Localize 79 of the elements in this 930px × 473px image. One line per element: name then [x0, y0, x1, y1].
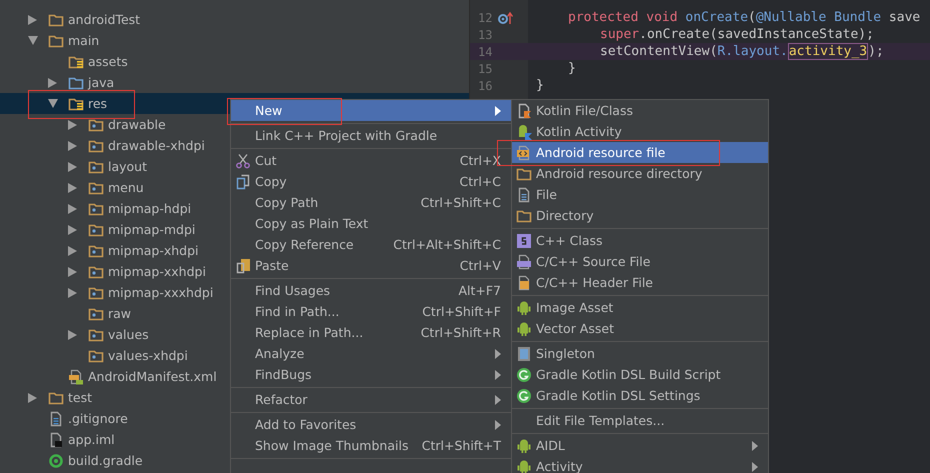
menu-option[interactable]: Refactor — [231, 389, 511, 410]
tree-item[interactable]: test — [68, 390, 92, 405]
expand-arrow-icon[interactable] — [28, 14, 37, 24]
expand-arrow-icon[interactable] — [68, 140, 77, 150]
expand-arrow-icon[interactable] — [28, 392, 37, 402]
menu-option[interactable]: Image Asset — [512, 297, 768, 318]
menu-option[interactable]: Copy Path Ctrl+Shift+C — [231, 192, 511, 213]
menu-option[interactable]: Find in Path... Ctrl+Shift+F — [231, 301, 511, 322]
line-number: 14 — [478, 44, 494, 58]
expand-arrow-icon[interactable] — [68, 246, 77, 256]
expand-arrow-icon[interactable] — [68, 182, 77, 192]
menu-option[interactable]: C/C++ Header File — [512, 272, 768, 293]
expand-arrow-icon[interactable] — [68, 288, 77, 298]
menu-option[interactable]: Show Image Thumbnails Ctrl+Shift+T — [231, 435, 511, 456]
tree-item[interactable]: drawable — [108, 117, 166, 132]
line-number: 13 — [478, 28, 494, 42]
expand-arrow-icon[interactable] — [68, 330, 77, 340]
tree-item[interactable]: mipmap-xxhdpi — [108, 264, 206, 279]
tree-item[interactable]: drawable-xhdpi — [108, 138, 205, 153]
menu-option[interactable]: New — [231, 100, 511, 121]
menu-option[interactable]: Directory — [512, 205, 768, 226]
expand-arrow-icon[interactable] — [68, 224, 77, 234]
tree-item[interactable]: .gitignore — [68, 411, 128, 426]
collapse-arrow-icon[interactable] — [28, 36, 38, 45]
code-line: super.onCreate(savedInstanceState); — [600, 27, 874, 42]
menu-option[interactable]: C/C++ Source File — [512, 251, 768, 272]
line-number: 16 — [478, 78, 494, 92]
expand-arrow-icon[interactable] — [68, 120, 77, 130]
tree-item[interactable]: mipmap-xhdpi — [108, 243, 199, 258]
code-line: setContentView(R.layout.activity_3); — [600, 44, 884, 59]
tree-item[interactable]: raw — [108, 306, 132, 321]
menu-option[interactable]: File — [512, 184, 768, 205]
menu-option[interactable]: AIDL — [512, 435, 768, 456]
override-marker-icon[interactable] — [498, 10, 514, 24]
expand-arrow-icon[interactable] — [68, 162, 77, 172]
menu-option[interactable]: Copy Ctrl+C — [231, 171, 511, 192]
menu-option[interactable]: Edit File Templates... — [512, 410, 768, 431]
menu-option[interactable]: Kotlin File/Class — [512, 100, 768, 121]
tree-item[interactable]: main — [68, 33, 100, 48]
menu-option[interactable]: Replace in Path... Ctrl+Shift+R — [231, 322, 511, 343]
menu-option[interactable]: Gradle Kotlin DSL Build Script — [512, 364, 768, 385]
menu-option[interactable]: Gradle Kotlin DSL Settings — [512, 385, 768, 406]
menu-option[interactable]: Copy Reference Ctrl+Alt+Shift+C — [231, 234, 511, 255]
menu-option[interactable]: C++ Class — [512, 230, 768, 251]
tree-item[interactable]: mipmap-xxxhdpi — [108, 285, 214, 300]
tree-item[interactable]: app.iml — [68, 432, 115, 447]
menu-option[interactable]: Singleton — [512, 343, 768, 364]
menu-option[interactable]: Add to Favorites — [231, 414, 511, 435]
tree-item[interactable]: menu — [108, 180, 144, 195]
tree-item[interactable]: values-xhdpi — [108, 348, 188, 363]
menu-option[interactable]: Android resource directory — [512, 163, 768, 184]
menu-option[interactable]: Paste Ctrl+V — [231, 255, 511, 276]
menu-option[interactable]: Android resource file — [512, 142, 768, 163]
code-line: protected void onCreate(@Nullable Bundle save — [568, 10, 920, 25]
code-line: } — [536, 78, 544, 93]
tree-item[interactable]: res — [88, 96, 108, 111]
menu-option[interactable]: Kotlin Activity — [512, 121, 768, 142]
code-line: } — [568, 61, 576, 76]
menu-option[interactable]: Copy as Plain Text — [231, 213, 511, 234]
menu-option[interactable]: FindBugs — [231, 364, 511, 385]
menu-option[interactable]: Find Usages Alt+F7 — [231, 280, 511, 301]
tree-item[interactable]: mipmap-hdpi — [108, 201, 192, 216]
line-number: 12 — [478, 10, 494, 24]
tree-item[interactable]: layout — [108, 159, 148, 174]
expand-arrow-icon[interactable] — [48, 78, 57, 88]
collapse-arrow-icon[interactable] — [48, 99, 58, 108]
tree-item[interactable]: values — [108, 327, 149, 342]
expand-arrow-icon[interactable] — [68, 266, 77, 276]
tree-item[interactable]: mipmap-mdpi — [108, 222, 196, 237]
tree-item[interactable]: androidTest — [68, 12, 140, 27]
tree-item[interactable]: java — [88, 75, 114, 90]
menu-option[interactable]: Vector Asset — [512, 318, 768, 339]
tree-item[interactable]: AndroidManifest.xml — [88, 369, 217, 384]
menu-option[interactable]: Analyze — [231, 343, 511, 364]
tree-item[interactable]: build.gradle — [68, 453, 143, 468]
menu-option[interactable]: Link C++ Project with Gradle — [231, 125, 511, 146]
tree-item[interactable]: assets — [88, 54, 128, 69]
expand-arrow-icon[interactable] — [68, 204, 77, 214]
line-number: 15 — [478, 62, 494, 76]
